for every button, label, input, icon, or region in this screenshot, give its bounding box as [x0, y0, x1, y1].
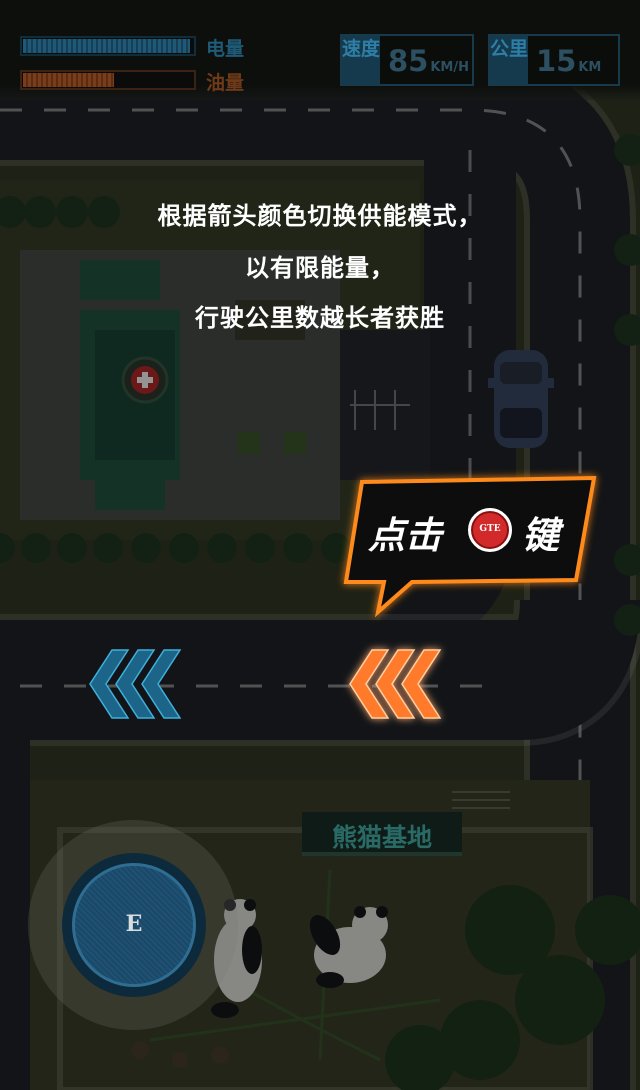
speed-tag: 速度: [342, 36, 380, 84]
callout-prefix: 点击: [368, 514, 442, 557]
fuel-bar-fill: [23, 73, 114, 87]
panda-base-sign: 熊猫基地: [302, 812, 462, 856]
distance-tag: 公里: [490, 36, 528, 84]
distance-readout: 15 KM: [536, 44, 601, 78]
energy-bar-fill: [23, 39, 190, 53]
hud: 电量 油量 速度 85 KM/H 公里 15 KM: [0, 0, 640, 100]
fuel-bar: [20, 70, 196, 90]
e-button[interactable]: E: [72, 863, 196, 987]
speed-value: 85: [388, 44, 429, 78]
callout-suffix: 键: [522, 514, 559, 557]
instruction-line-2: 以有限能量，: [245, 254, 395, 282]
gte-button-icon: GTE: [468, 508, 512, 552]
speed-gauge: 速度 85 KM/H: [340, 34, 474, 86]
energy-bar: [20, 36, 196, 56]
distance-gauge: 公里 15 KM: [488, 34, 620, 86]
panda-base-label: 熊猫基地: [331, 823, 432, 852]
fuel-label: 油量: [206, 72, 245, 94]
speed-unit: KM/H: [430, 60, 469, 75]
e-button-label: E: [125, 911, 143, 937]
speed-readout: 85 KM/H: [388, 44, 469, 78]
game-stage: 电量 油量 速度 85 KM/H 公里 15 KM 根据箭头颜色切换供能模式， 以有…: [0, 0, 640, 1090]
instruction-line-1: 根据箭头颜色切换供能模式，: [157, 202, 483, 230]
distance-value: 15: [536, 44, 577, 78]
instruction-line-3: 行驶公里数越长者获胜: [195, 304, 445, 332]
distance-unit: KM: [578, 60, 602, 75]
energy-label: 电量: [206, 38, 245, 60]
